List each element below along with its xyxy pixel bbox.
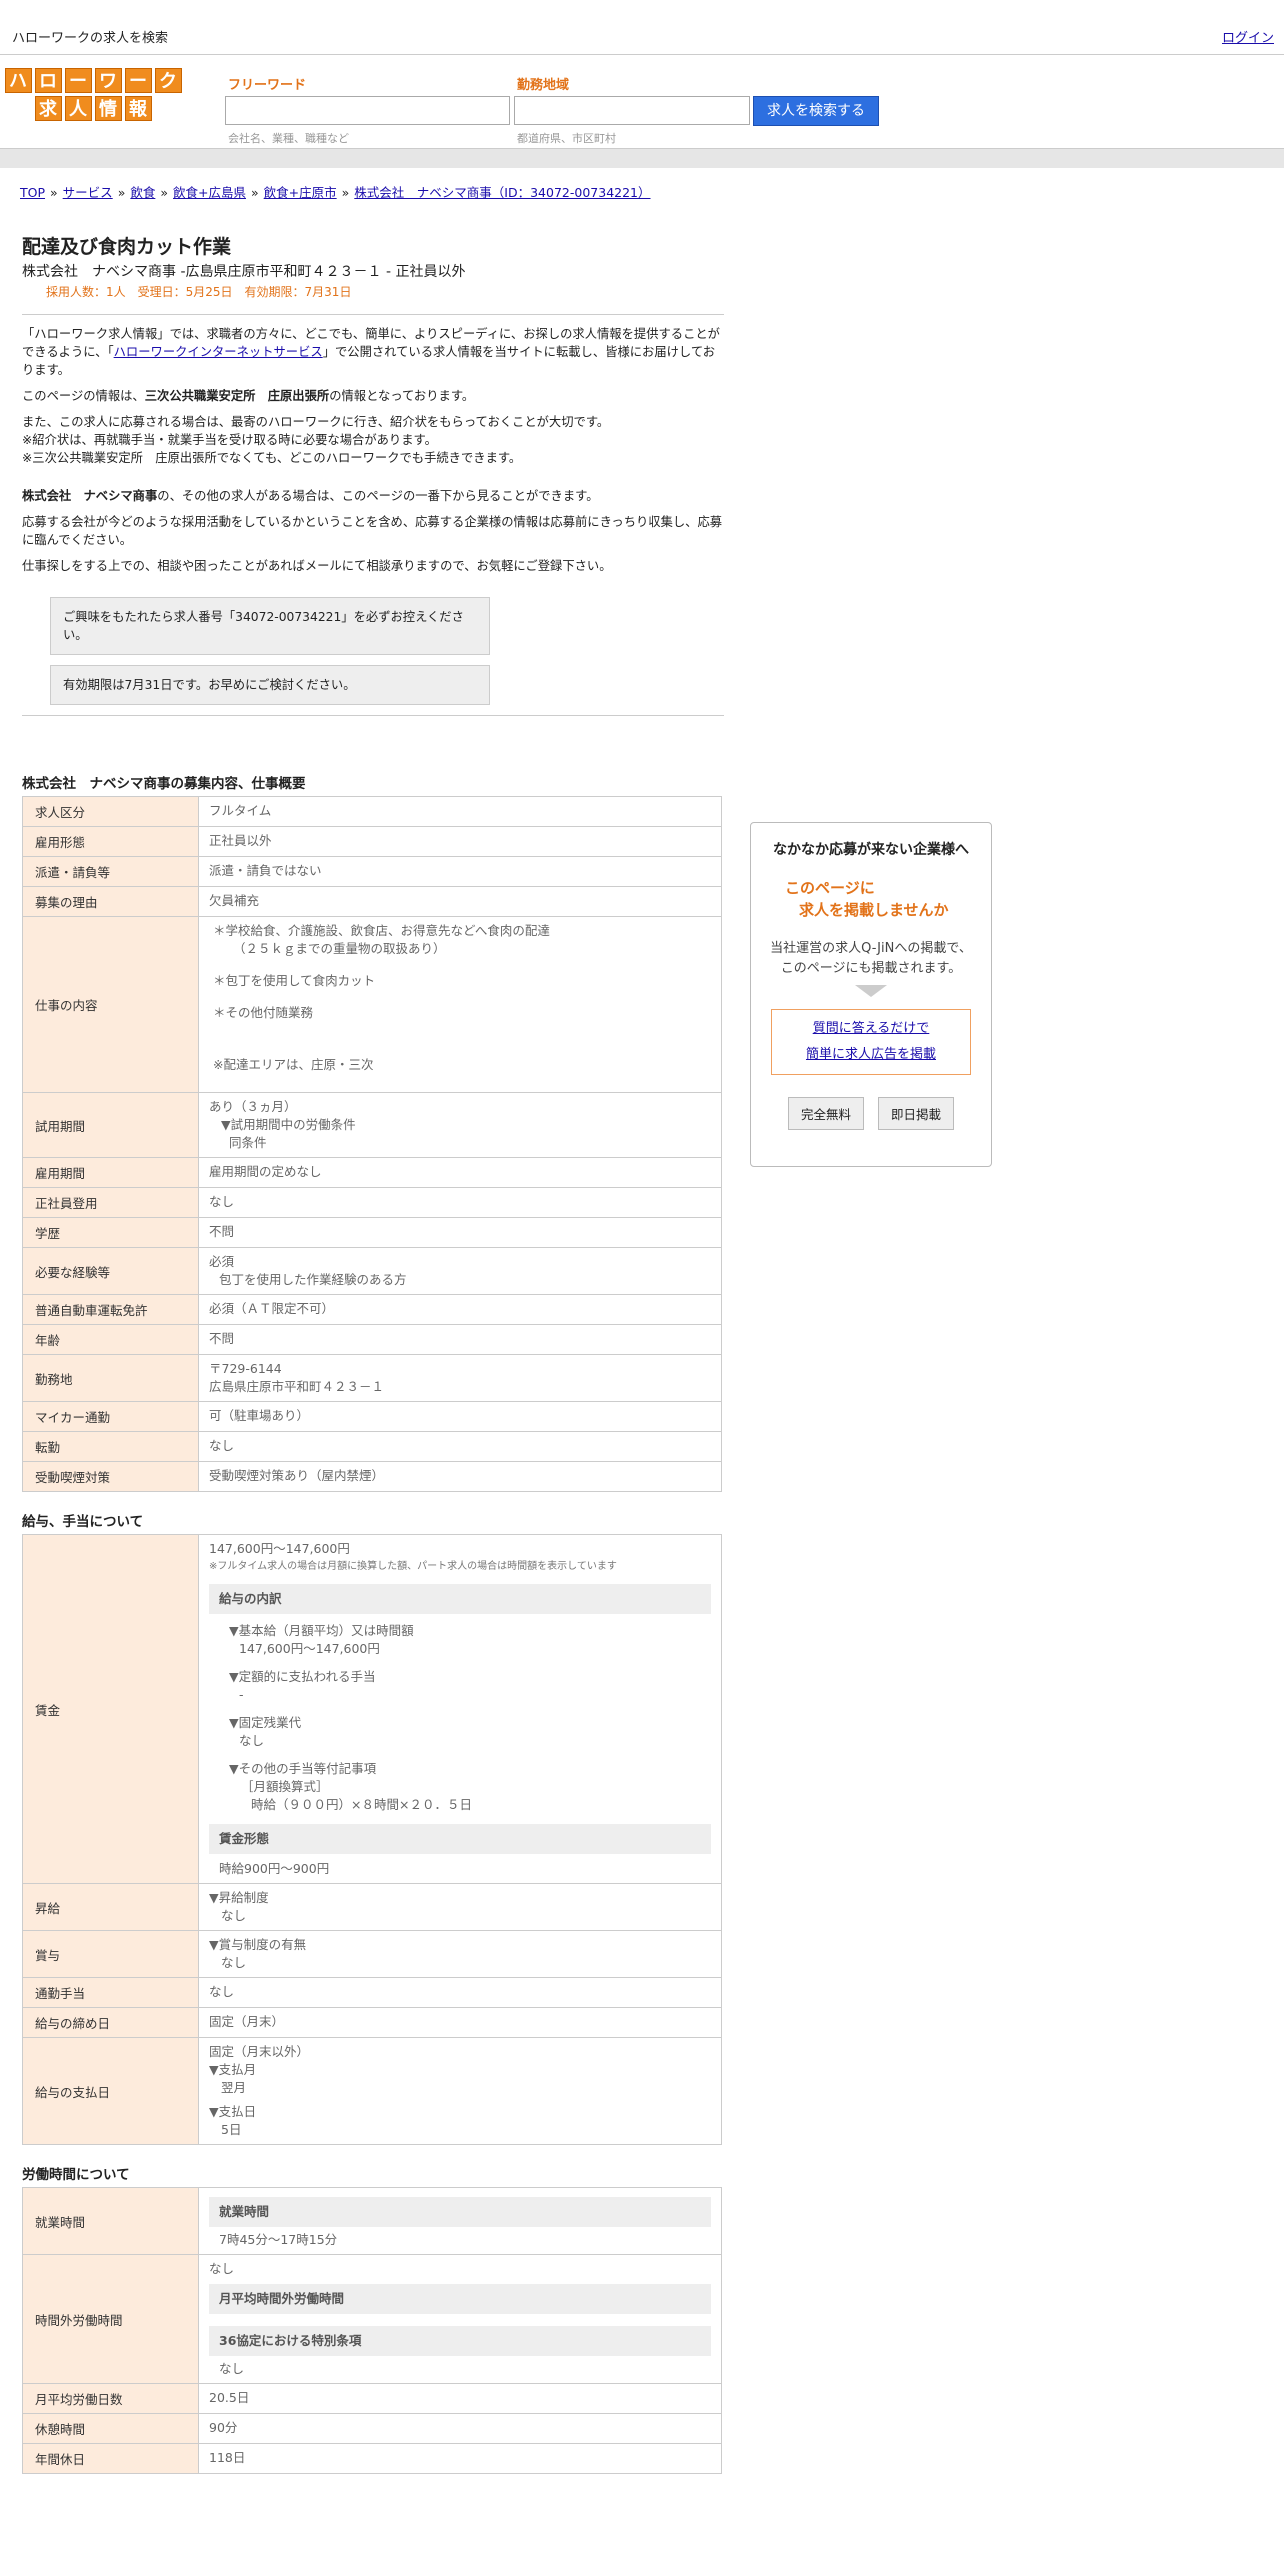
breadcrumb-service[interactable]: サービス [63,185,113,200]
ad-links-box: 質問に答えるだけで 簡単に求人広告を掲載 [771,1009,971,1075]
header: ハローワーク 求人情報 フリーワード 会社名、業種、職種など 勤務地域 都道府県… [0,56,1284,146]
table-row: 募集の理由 欠員補充 [22,886,722,917]
freeword-hint: 会社名、業種、職種など [228,132,349,145]
area-hint: 都道府県、市区町村 [517,132,616,145]
breadcrumb: TOP» サービス» 飲食» 飲食+広島県» 飲食+庄原市» 株式会社 ナベシマ商事（ID… [20,185,651,200]
same-day-button[interactable]: 即日掲載 [878,1097,955,1130]
job-number-notice: ご興味をもたれたら求人番号「34072-00734221」を必ずお控えください。 [50,597,490,655]
logo-char: ハ [4,68,32,93]
office-paragraph: このページの情報は、三次公共職業安定所 庄原出張所の情報となっております。 [22,389,475,403]
table-row: 普通自動車運転免許 必須（ＡＴ限定不可） [22,1294,722,1325]
table-row: 昇給 ▼昇給制度 なし [22,1883,722,1931]
freeword-input[interactable] [225,96,510,125]
table-row: 派遣・請負等 派遣・請負ではない [22,856,722,887]
logo[interactable]: ハローワーク 求人情報 [4,68,182,124]
table-row: 勤務地 〒729-6144 広島県庄原市平和町４２３－１ [22,1354,722,1402]
table-row: 給与の支払日 固定（月末以外） ▼支払月 翌月 ▼支払日 5日 [22,2037,722,2145]
table-row: 通勤手当 なし [22,1977,722,2008]
breadcrumb-company[interactable]: 株式会社 ナベシマ商事（ID：34072-00734221） [354,185,650,200]
table-row: マイカー通勤 可（駐車場あり） [22,1401,722,1432]
other-jobs-paragraph: 株式会社 ナベシマ商事の、その他の求人がある場合は、このページの一番下から見るこ… [22,489,599,503]
ad-link-post[interactable]: 簡単に求人広告を掲載 [772,1042,970,1068]
table-row: 受動喫煙対策 受動喫煙対策あり（屋内禁煙） [22,1461,722,1492]
main-content: 配達及び食肉カット作業 株式会社 ナベシマ商事 -広島県庄原市平和町４２３－１ … [22,232,724,2474]
area-label: 勤務地域 [517,78,570,93]
ad-heading: なかなか応募が来ない企業様へ [773,842,969,858]
table-row: 雇用期間 雇用期間の定めなし [22,1157,722,1188]
ad-text-line2: このページにも掲載されます。 [780,961,962,976]
job-subtitle: 株式会社 ナベシマ商事 -広島県庄原市平和町４２３－１ - 正社員以外 [22,264,466,280]
ad-orange-line1: このページに [785,879,875,897]
table-row: 賃金 147,600円〜147,600円 ※フルタイム求人の場合は月額に換算した… [22,1534,722,1884]
freeword-label: フリーワード [228,78,307,93]
table-row: 仕事の内容 ＊学校給食、介護施設、飲食店、お得意先などへ食肉の配達 （２５ｋｇま… [22,916,722,1093]
intro-paragraph: 「ハローワーク求人情報」では、求職者の方々に、どこでも、簡単に、よりスピーディに… [22,327,720,377]
table-row: 正社員登用 なし [22,1187,722,1218]
referral-paragraph: また、この求人に応募される場合は、最寄のハローワークに行き、紹介状をもらっておく… [22,415,610,465]
free-button[interactable]: 完全無料 [787,1097,864,1130]
table-row: 学歴 不問 [22,1217,722,1248]
job-meta: 採用人数：1人 受理日：5月25日 有効期限：7月31日 [46,285,352,299]
breadcrumb-food-hiroshima[interactable]: 飲食+広島県 [173,185,246,200]
salary-table: 賃金 147,600円〜147,600円 ※フルタイム求人の場合は月額に換算した… [22,1534,722,2145]
job-title: 配達及び食肉カット作業 [22,236,232,258]
breadcrumb-food-shobara[interactable]: 飲食+庄原市 [264,185,337,200]
logo-char: ワ [94,68,122,93]
table-row: 休憩時間 90分 [22,2413,722,2444]
search-button[interactable]: 求人を検索する [753,96,879,126]
job-details-table: 求人区分 フルタイム 雇用形態 正社員以外 派遣・請負等 派遣・請負ではない 募集の理… [22,796,722,1492]
logo-char: ロ [34,68,62,93]
table-row: 時間外労働時間 なし 月平均時間外労働時間 36協定における特別条項 なし [22,2254,722,2384]
advertise-panel: なかなか応募が来ない企業様へ このページに 求人を掲載しませんか 当社運営の求人… [750,822,992,1167]
hellowork-internet-link[interactable]: ハローワークインターネットサービス [114,345,323,359]
deadline-notice: 有効期限は7月31日です。お早めにご検討ください。 [50,665,490,705]
table-row: 年齢 不問 [22,1324,722,1355]
table-row: 就業時間 就業時間 7時45分〜17時15分 [22,2187,722,2255]
table-row: 年間休日 118日 [22,2443,722,2474]
table-row: 必要な経験等 必須 包丁を使用した作業経験のある方 [22,1247,722,1295]
logo-char: 求 [34,96,62,121]
section-salary-title: 給与、手当について [22,1514,144,1530]
consult-paragraph: 仕事探しをする上での、相談や困ったことがあればメールにて相談承りますので、お気軽… [22,559,612,573]
top-bar: ハローワークの求人を検索 ログイン [0,0,1284,55]
table-row: 転勤 なし [22,1431,722,1462]
breadcrumb-top[interactable]: TOP [20,185,45,200]
logo-char: ー [64,68,92,93]
table-row: 求人区分 フルタイム [22,796,722,827]
ad-text-line1: 当社運営の求人Q-JiNへの掲載で、 [770,941,972,956]
section-job-details-title: 株式会社 ナベシマ商事の募集内容、仕事概要 [22,776,306,792]
section-hours-title: 労働時間について [22,2167,130,2183]
site-title: ハローワークの求人を検索 [12,31,169,46]
area-input[interactable] [514,96,750,125]
table-row: 雇用形態 正社員以外 [22,826,722,857]
ad-link-answer[interactable]: 質問に答えるだけで [772,1016,970,1042]
apply-advice-paragraph: 応募する会社が今どのような採用活動をしているかということを含め、応募する企業様の… [22,515,723,547]
logo-char: 情 [94,96,122,121]
breadcrumb-food[interactable]: 飲食 [130,185,155,200]
table-row: 月平均労働日数 20.5日 [22,2383,722,2414]
hours-table: 就業時間 就業時間 7時45分〜17時15分 時間外労働時間 なし 月平均時間外労働… [22,2187,722,2474]
table-row: 賞与 ▼賞与制度の有無 なし [22,1930,722,1978]
logo-char: 人 [64,96,92,121]
divider-bar [0,148,1284,168]
down-arrow-icon [855,985,887,997]
logo-char: ー [124,68,152,93]
logo-char: ク [154,68,182,93]
login-link[interactable]: ログイン [1222,27,1274,46]
table-row: 試用期間 あり（３ヵ月） ▼試用期間中の労働条件 同条件 [22,1092,722,1158]
table-row: 給与の締め日 固定（月末） [22,2007,722,2038]
ad-orange-line2: 求人を掲載しませんか [799,901,949,919]
logo-char: 報 [124,96,152,121]
